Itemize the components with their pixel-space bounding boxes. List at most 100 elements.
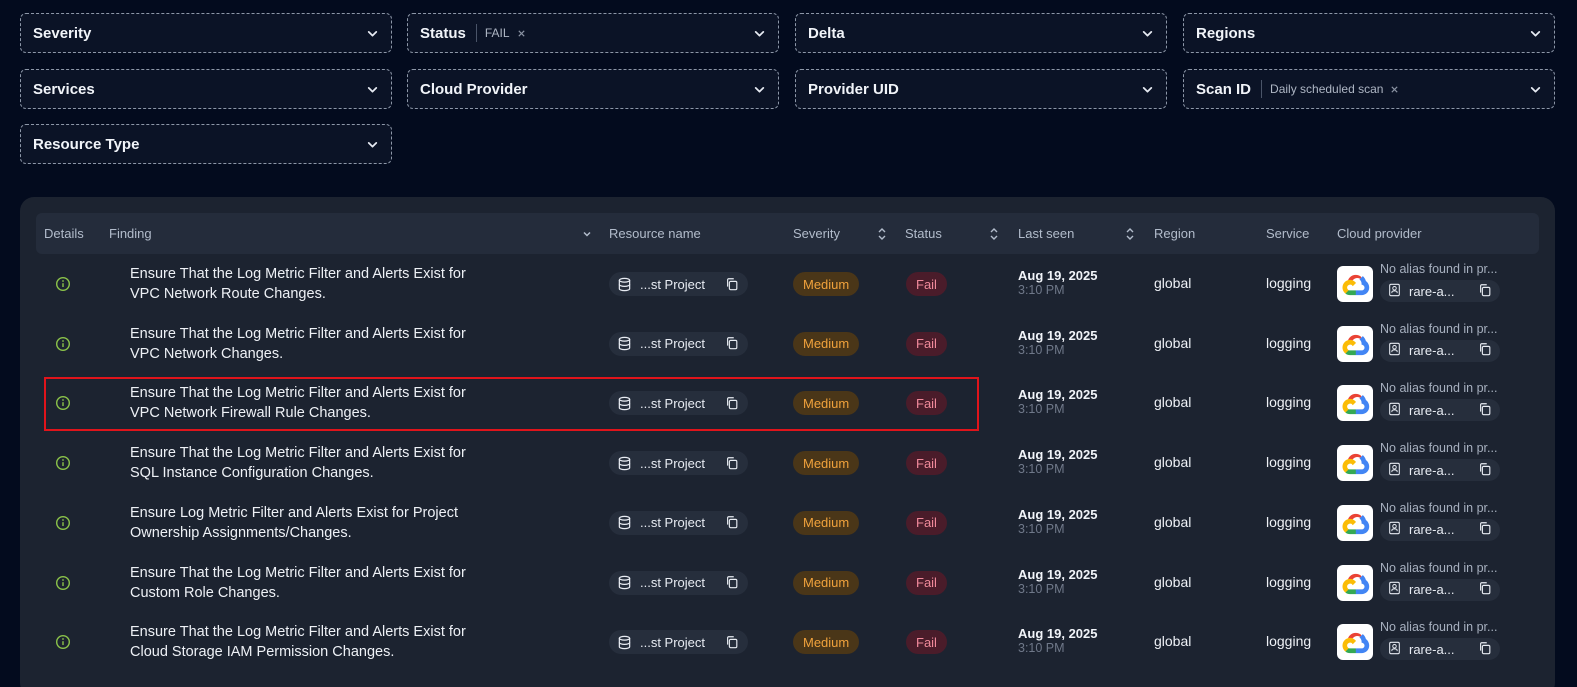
details-button[interactable] [55, 515, 71, 531]
header-details-label: Details [44, 226, 84, 241]
copy-icon[interactable] [725, 277, 740, 292]
details-button[interactable] [55, 455, 71, 471]
finding-text[interactable]: Ensure That the Log Metric Filter and Al… [130, 383, 490, 423]
region-text: global [1154, 334, 1192, 351]
provider-uid-chip[interactable]: rare-a... [1380, 518, 1500, 541]
info-circle-icon[interactable] [55, 395, 71, 411]
provider-uid-chip[interactable]: rare-a... [1380, 638, 1500, 661]
severity-badge: Medium [793, 391, 860, 416]
resource-chip[interactable]: ...st Project [609, 391, 748, 416]
copy-icon[interactable] [1478, 581, 1492, 598]
table-row[interactable]: Ensure That the Log Metric Filter and Al… [36, 373, 1539, 433]
sort-arrows-icon[interactable] [988, 227, 1000, 241]
chevron-down-icon[interactable] [752, 26, 766, 40]
finding-text[interactable]: Ensure That the Log Metric Filter and Al… [130, 563, 490, 603]
copy-icon[interactable] [725, 456, 740, 471]
database-icon [617, 635, 632, 650]
provider-alias: No alias found in pr... [1380, 561, 1500, 575]
finding-text[interactable]: Ensure That the Log Metric Filter and Al… [130, 443, 490, 483]
chevron-down-icon[interactable] [1528, 82, 1542, 96]
finding-text[interactable]: Ensure That the Log Metric Filter and Al… [130, 622, 490, 662]
copy-icon[interactable] [1478, 402, 1492, 419]
finding-line: Custom Role Changes. [130, 584, 280, 601]
chevron-down-icon[interactable] [365, 137, 379, 151]
filter-provider-uid[interactable]: Provider UID [795, 69, 1167, 109]
google-cloud-logo [1337, 445, 1373, 482]
last-seen: Aug 19, 2025 3:10 PM [1018, 567, 1098, 596]
copy-icon[interactable] [725, 515, 740, 530]
table-row[interactable]: Ensure Log Metric Filter and Alerts Exis… [36, 493, 1539, 553]
finding-text[interactable]: Ensure That the Log Metric Filter and Al… [130, 264, 490, 304]
info-circle-icon[interactable] [55, 575, 71, 591]
chevron-down-icon[interactable] [1140, 82, 1154, 96]
chevron-down-icon[interactable] [1528, 26, 1542, 40]
provider-uid-chip[interactable]: rare-a... [1380, 578, 1500, 601]
info-circle-icon[interactable] [55, 336, 71, 352]
chevron-down-icon[interactable] [581, 228, 593, 240]
resource-chip[interactable]: ...st Project [609, 331, 748, 356]
finding-text[interactable]: Ensure Log Metric Filter and Alerts Exis… [130, 503, 490, 543]
details-button[interactable] [55, 336, 71, 352]
provider-uid-chip[interactable]: rare-a... [1380, 280, 1500, 302]
info-circle-icon[interactable] [55, 515, 71, 531]
severity-badge: Medium [793, 510, 860, 535]
details-button[interactable] [55, 634, 71, 650]
table-row[interactable]: Ensure That the Log Metric Filter and Al… [36, 314, 1539, 374]
filter-scan-id[interactable]: Scan ID Daily scheduled scan [1183, 69, 1555, 109]
resource-chip[interactable]: ...st Project [609, 630, 748, 655]
info-circle-icon[interactable] [55, 276, 71, 292]
filter-resource-type[interactable]: Resource Type [20, 124, 392, 164]
copy-icon[interactable] [1478, 283, 1492, 300]
filter-status[interactable]: Status FAIL [407, 13, 779, 53]
copy-icon[interactable] [1478, 521, 1492, 538]
provider-uid-chip[interactable]: rare-a... [1380, 399, 1500, 422]
table-row[interactable]: Ensure That the Log Metric Filter and Al… [36, 553, 1539, 613]
filter-services[interactable]: Services [20, 69, 392, 109]
header-finding[interactable]: Finding [109, 213, 593, 254]
copy-icon[interactable] [725, 575, 740, 590]
chevron-down-icon[interactable] [365, 82, 379, 96]
copy-icon[interactable] [725, 635, 740, 650]
copy-icon[interactable] [1478, 342, 1492, 359]
details-button[interactable] [55, 575, 71, 591]
provider-uid-chip[interactable]: rare-a... [1380, 459, 1500, 482]
google-cloud-logo [1337, 504, 1373, 541]
table-row[interactable]: Ensure That the Log Metric Filter and Al… [36, 254, 1539, 314]
copy-icon[interactable] [725, 396, 740, 411]
id-card-icon [1388, 402, 1401, 419]
info-circle-icon[interactable] [55, 634, 71, 650]
resource-chip[interactable]: ...st Project [609, 510, 748, 535]
resource-name: ...st Project [640, 276, 706, 292]
sort-arrows-icon[interactable] [1124, 227, 1136, 241]
filter-delta[interactable]: Delta [795, 13, 1167, 53]
table-row[interactable]: Ensure That the Log Metric Filter and Al… [36, 433, 1539, 493]
copy-icon[interactable] [1478, 641, 1492, 658]
close-icon[interactable] [1390, 82, 1399, 97]
header-severity[interactable]: Severity [793, 213, 888, 254]
copy-icon[interactable] [1478, 462, 1492, 479]
filter-chip-label: FAIL [484, 26, 510, 40]
finding-line: VPC Network Changes. [130, 345, 284, 362]
info-circle-icon[interactable] [55, 455, 71, 471]
details-button[interactable] [55, 276, 71, 292]
finding-text[interactable]: Ensure That the Log Metric Filter and Al… [130, 324, 490, 364]
status-label: Fail [916, 515, 937, 531]
sort-arrows-icon[interactable] [876, 227, 888, 241]
copy-icon[interactable] [725, 336, 740, 351]
provider-uid-chip[interactable]: rare-a... [1380, 339, 1500, 362]
resource-chip[interactable]: ...st Project [609, 451, 748, 476]
chevron-down-icon[interactable] [752, 82, 766, 96]
resource-chip[interactable]: ...st Project [609, 272, 748, 296]
filter-cloud-provider[interactable]: Cloud Provider [407, 69, 779, 109]
filter-severity[interactable]: Severity [20, 13, 392, 53]
resource-chip[interactable]: ...st Project [609, 570, 748, 595]
provider-uid: rare-a... [1409, 462, 1455, 478]
chevron-down-icon[interactable] [365, 26, 379, 40]
details-button[interactable] [55, 395, 71, 411]
filter-regions[interactable]: Regions [1183, 13, 1555, 53]
table-row[interactable]: Ensure That the Log Metric Filter and Al… [36, 612, 1539, 672]
chevron-down-icon[interactable] [1140, 26, 1154, 40]
close-icon[interactable] [517, 26, 526, 41]
header-last-seen[interactable]: Last seen [1018, 213, 1136, 254]
header-status[interactable]: Status [905, 213, 1000, 254]
